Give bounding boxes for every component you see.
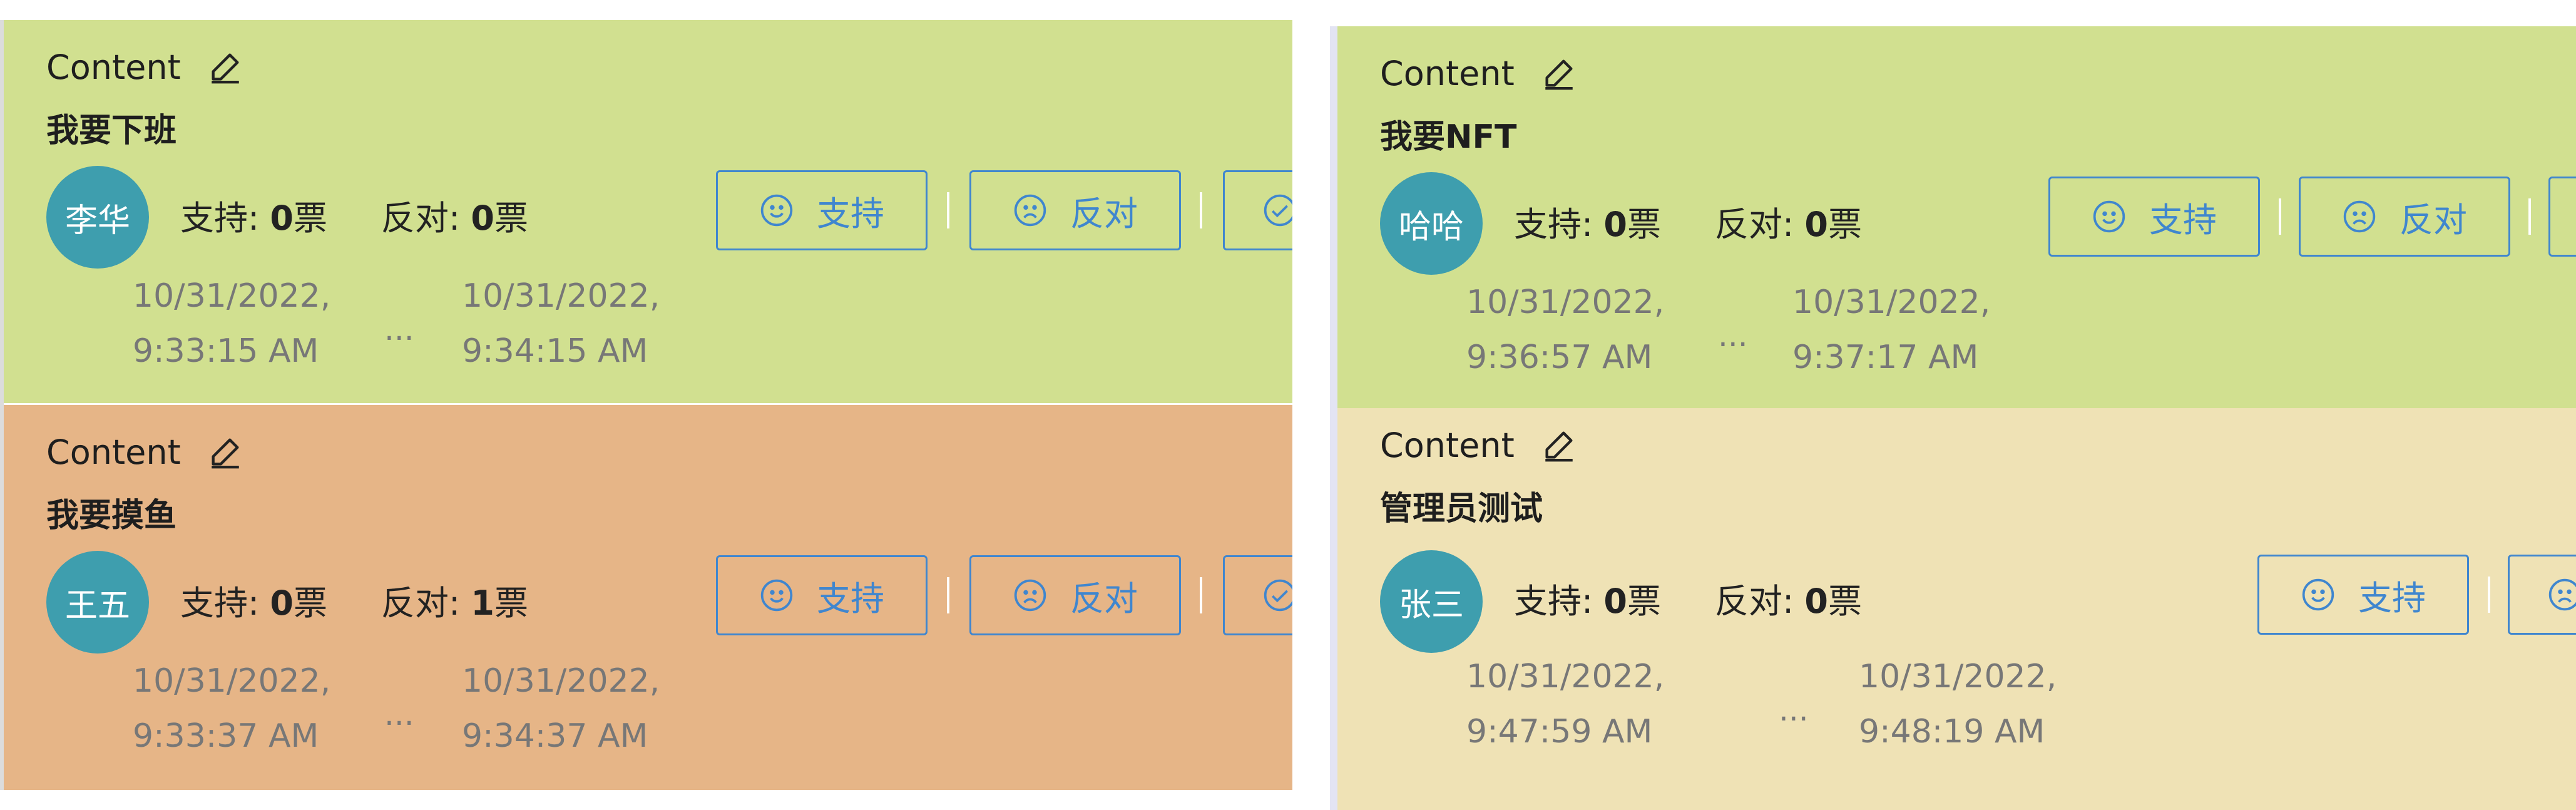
divider [947, 192, 949, 228]
divider [2279, 198, 2281, 235]
content-header: Content [1380, 51, 1577, 95]
start-time: 10/31/2022, 9:33:37 AM [133, 662, 331, 755]
frown-icon [2343, 200, 2376, 233]
frown-icon [1014, 579, 1046, 612]
proposal-card: Content 我要NFT 哈哈 支持: 0票 反对: 0票 支持 反对 10/… [1337, 26, 2576, 408]
support-count: 支持: 0票 [1514, 582, 1661, 621]
check-circle-icon [1264, 194, 1292, 227]
smile-icon [760, 579, 793, 612]
divider [947, 577, 949, 613]
content-label: Content [1380, 53, 1515, 93]
smile-icon [2093, 200, 2125, 233]
support-button[interactable]: 支持 [2048, 177, 2260, 257]
end-time: 10/31/2022, 9:34:37 AM [462, 662, 660, 755]
support-count: 支持: 0票 [180, 583, 327, 623]
divider [1200, 192, 1202, 228]
time-range-ellipsis: ... [384, 696, 414, 732]
oppose-count: 反对: 0票 [381, 198, 528, 238]
oppose-count: 反对: 1票 [381, 583, 528, 623]
proposal-title: 我要下班 [46, 112, 177, 150]
content-label: Content [1380, 425, 1515, 465]
divider [1200, 577, 1202, 613]
oppose-count: 反对: 0票 [1715, 582, 1862, 621]
proposal-title: 我要NFT [1380, 118, 1517, 156]
divider [2528, 198, 2531, 235]
pencil-icon[interactable] [207, 434, 243, 470]
support-count: 支持: 0票 [180, 198, 327, 238]
right-proposal-list: Content 我要NFT 哈哈 支持: 0票 反对: 0票 支持 反对 10/… [1330, 26, 2576, 810]
start-time: 10/31/2022, 9:47:59 AM [1466, 658, 1665, 751]
support-button[interactable]: 支持 [716, 555, 928, 635]
end-time: 10/31/2022, 9:37:17 AM [1792, 284, 1991, 376]
proposal-card: Content 管理员测试 张三 支持: 0票 反对: 0票 支持 10/31/… [1337, 408, 2576, 810]
oppose-button[interactable]: 反对 [2299, 177, 2510, 257]
end-time: 10/31/2022, 9:48:19 AM [1859, 658, 2057, 751]
finalize-button[interactable] [2548, 177, 2576, 257]
content-label: Content [46, 47, 181, 87]
proposal-title: 管理员测试 [1380, 490, 1543, 528]
support-button[interactable]: 支持 [716, 170, 928, 250]
smile-icon [760, 194, 793, 227]
smile-icon [2302, 578, 2334, 611]
proposal-card: Content 我要下班 李华 支持: 0票 反对: 0票 支持 反对 10/3… [4, 20, 1292, 403]
oppose-button[interactable]: 反对 [969, 170, 1181, 250]
pencil-icon[interactable] [207, 49, 243, 85]
proposal-card: Content 我要摸鱼 王五 支持: 0票 反对: 1票 支持 反对 10/3… [4, 405, 1292, 790]
content-label: Content [46, 432, 181, 472]
time-range-ellipsis: ... [1779, 692, 1809, 728]
time-range-ellipsis: ... [1718, 317, 1748, 354]
time-range-ellipsis: ... [384, 311, 414, 347]
content-header: Content [46, 45, 243, 89]
avatar: 李华 [46, 166, 149, 269]
oppose-count: 反对: 0票 [1715, 205, 1862, 244]
avatar: 张三 [1380, 550, 1483, 653]
pencil-icon[interactable] [1541, 55, 1577, 91]
end-time: 10/31/2022, 9:34:15 AM [462, 277, 660, 370]
pencil-icon[interactable] [1541, 427, 1577, 463]
left-proposal-list: Content 我要下班 李华 支持: 0票 反对: 0票 支持 反对 10/3… [0, 20, 1292, 790]
divider [2488, 577, 2490, 613]
proposal-title: 我要摸鱼 [46, 497, 177, 535]
finalize-button[interactable] [1223, 555, 1292, 635]
oppose-button[interactable]: 反对 [969, 555, 1181, 635]
support-button[interactable]: 支持 [2257, 555, 2469, 635]
frown-icon [1014, 194, 1046, 227]
start-time: 10/31/2022, 9:33:15 AM [133, 277, 331, 370]
avatar: 王五 [46, 551, 149, 654]
check-circle-icon [1264, 579, 1292, 612]
frown-icon [2548, 578, 2576, 611]
avatar: 哈哈 [1380, 172, 1483, 275]
content-header: Content [1380, 423, 1577, 467]
support-count: 支持: 0票 [1514, 205, 1661, 244]
content-header: Content [46, 430, 243, 474]
finalize-button[interactable] [1223, 170, 1292, 250]
start-time: 10/31/2022, 9:36:57 AM [1466, 284, 1665, 376]
oppose-button[interactable] [2508, 555, 2576, 635]
